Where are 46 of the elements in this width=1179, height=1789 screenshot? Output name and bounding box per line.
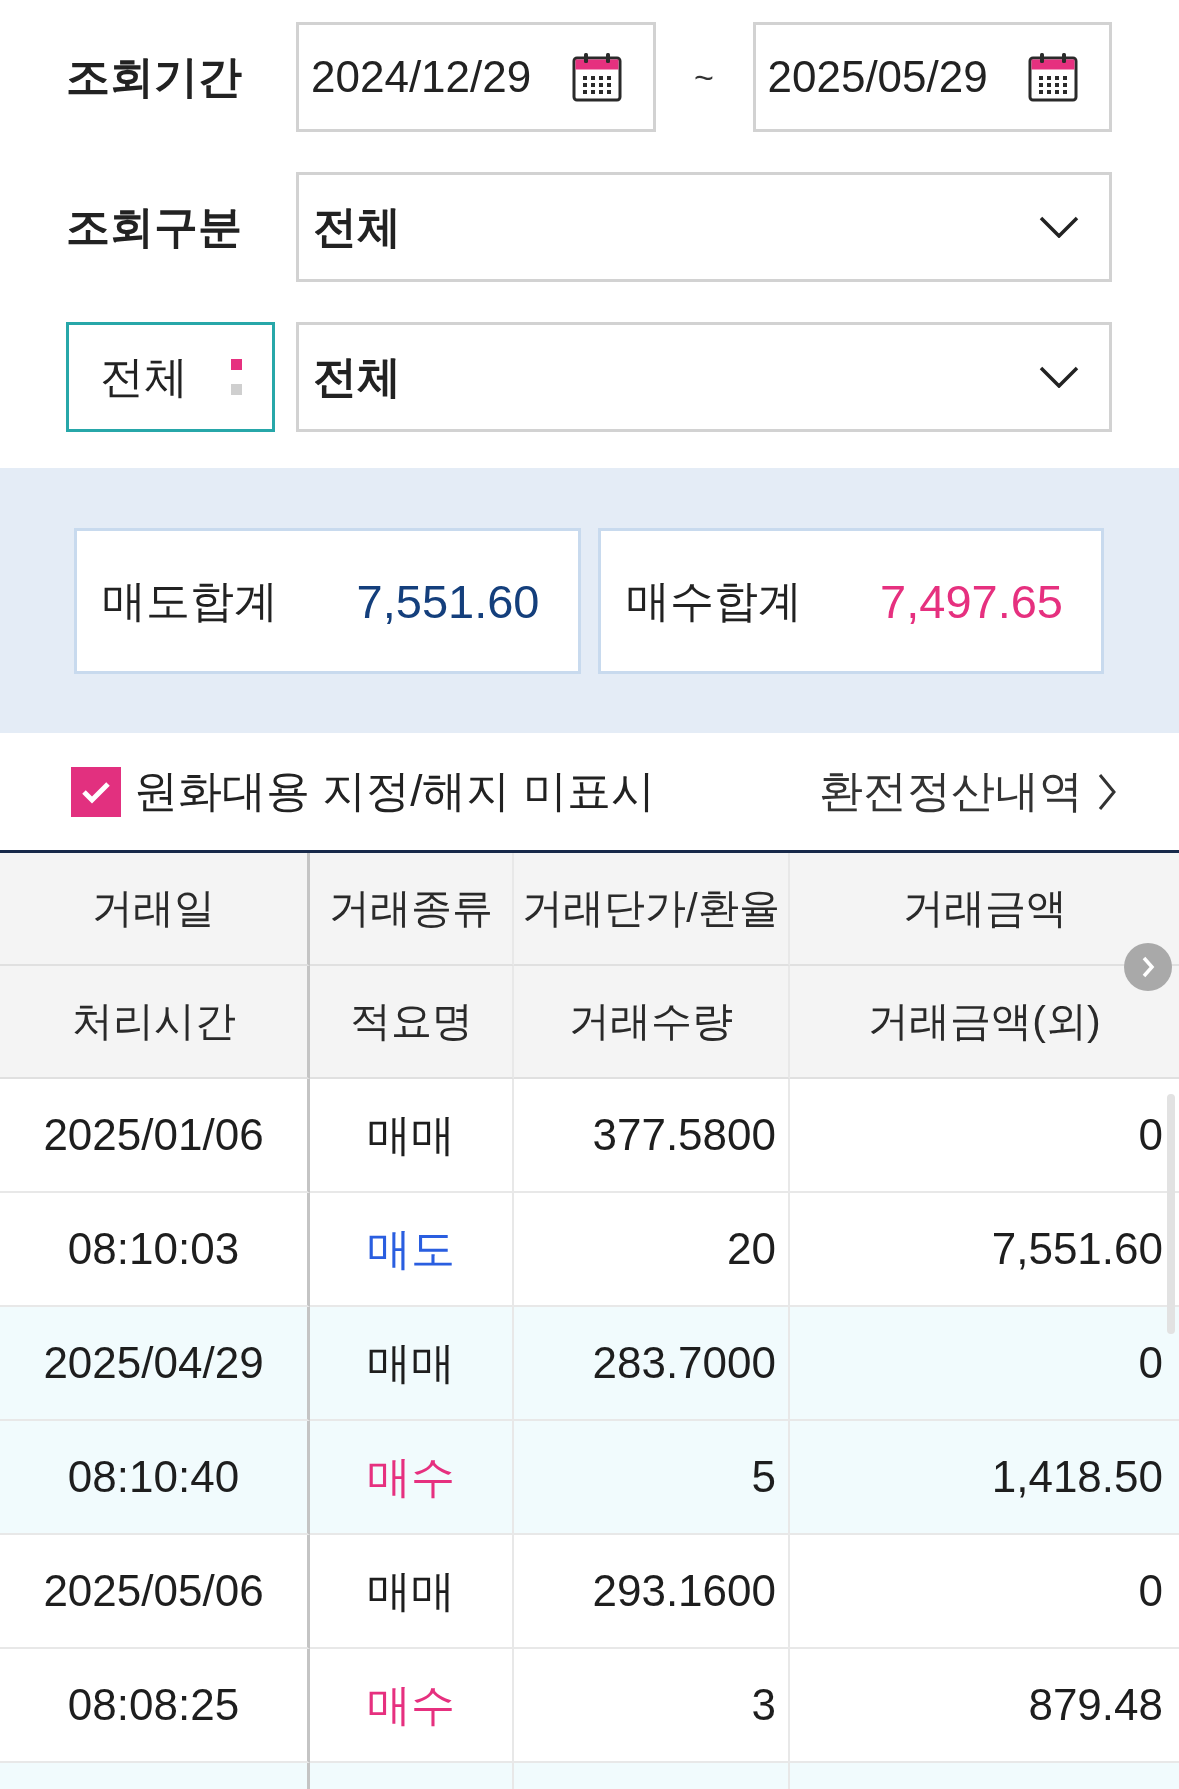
date-field[interactable]: 2025/05/29 bbox=[752, 22, 1112, 132]
summary-value: 7,551.60 bbox=[356, 573, 540, 629]
table-cell: 매매 bbox=[310, 1535, 514, 1649]
column-header: 거래수량 bbox=[514, 966, 790, 1079]
table-cell: 매수 bbox=[310, 1421, 514, 1535]
table-cell: 2025/04/29 bbox=[0, 1307, 310, 1421]
summary-value: 7,497.65 bbox=[880, 573, 1063, 629]
date-field[interactable]: 2024/12/29 bbox=[296, 22, 656, 132]
table-cell: 283.7000 bbox=[514, 1307, 790, 1421]
chevron-right-icon bbox=[1097, 771, 1117, 812]
checkbox-label[interactable]: 원화대용 지정/해지 미표시 bbox=[134, 762, 655, 821]
column-header: 적요명 bbox=[310, 966, 514, 1079]
dropdown[interactable]: 전체 bbox=[296, 172, 1112, 282]
column-header: 거래금액(외) bbox=[790, 966, 1179, 1079]
table-cell: 매매 bbox=[310, 1307, 514, 1421]
table-cell: 377.5800 bbox=[514, 1079, 790, 1193]
field-label: 조회구분 bbox=[66, 200, 243, 253]
check-icon bbox=[81, 779, 111, 804]
table-cell: 5 bbox=[514, 1421, 790, 1535]
table-cell: 1,418.50 bbox=[790, 1421, 1179, 1535]
summary-label: 매수합계 bbox=[625, 574, 802, 627]
filter-selector[interactable]: 전체 bbox=[66, 322, 275, 432]
range-separator: ~ bbox=[693, 57, 715, 97]
dropdown[interactable]: 전체 bbox=[296, 322, 1112, 432]
table-cell: 0 bbox=[790, 1307, 1179, 1421]
chevron-right-icon bbox=[1141, 955, 1155, 979]
calendar-icon[interactable] bbox=[570, 51, 623, 103]
column-header: 거래종류 bbox=[310, 853, 514, 966]
column-header: 처리시간 bbox=[0, 966, 310, 1079]
column-header: 거래일 bbox=[0, 853, 310, 966]
chevron-down-icon bbox=[1039, 216, 1079, 238]
table-cell: 2025/01/06 bbox=[0, 1079, 310, 1193]
table-cell: 08:10:40 bbox=[0, 1421, 310, 1535]
table-cell: 293.1600 bbox=[514, 1535, 790, 1649]
column-header: 거래단가/환율 bbox=[514, 853, 790, 966]
table-cell: 매매 bbox=[310, 1079, 514, 1193]
history-link[interactable]: 환전정산내역 bbox=[819, 762, 1117, 821]
field-label: 조회기간 bbox=[66, 50, 243, 103]
summary-label: 매도합계 bbox=[102, 574, 278, 627]
table-cell: 2025/05/06 bbox=[0, 1535, 310, 1649]
table-cell: 0 bbox=[790, 1535, 1179, 1649]
calendar-icon[interactable] bbox=[1027, 51, 1079, 103]
chevron-down-icon bbox=[1039, 366, 1079, 388]
checkbox[interactable] bbox=[71, 766, 121, 817]
stacked-squares-icon bbox=[231, 359, 242, 395]
column-header: 거래금액 bbox=[790, 853, 1179, 966]
